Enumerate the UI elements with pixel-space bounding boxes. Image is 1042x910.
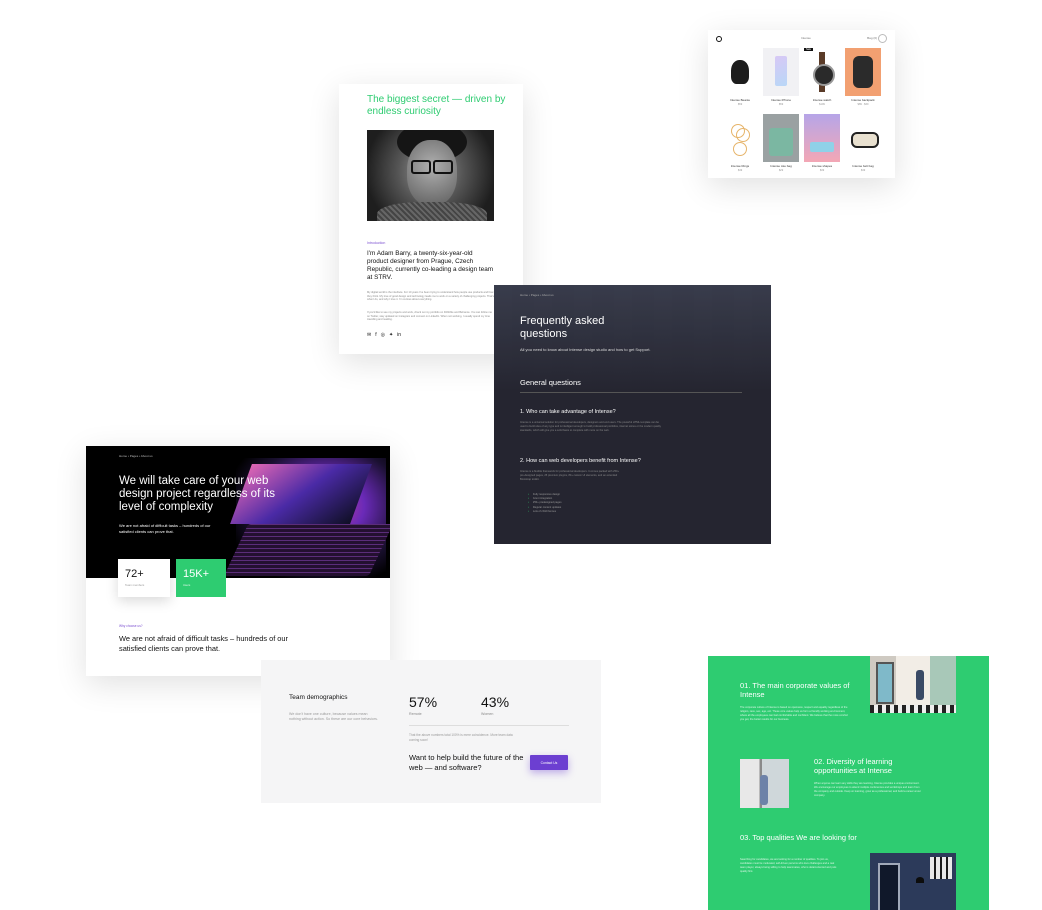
page-subtitle: All you need to know about Intense desig… xyxy=(520,347,651,352)
faq-answer: Intense is a flexible framework for prof… xyxy=(520,470,619,481)
shop-preview-card: Intense Bag (0) Intense Beanie $59 Inten… xyxy=(708,30,895,178)
product-card[interactable]: Intense backpack $89 · $69 xyxy=(845,48,881,106)
faq-preview-card: Home • Pages • About us Frequently asked… xyxy=(494,285,771,544)
phone-case-icon xyxy=(763,48,799,96)
cart-link[interactable]: Bag (0) xyxy=(867,36,877,40)
sale-badge: Sale xyxy=(804,48,814,51)
tote-bag-icon xyxy=(763,114,799,162)
page-title: The biggest secret — driven by endless c… xyxy=(367,94,506,117)
list-item: Lots of child themes xyxy=(528,510,562,514)
social-links: ✉ f ◎ ✦ in xyxy=(367,332,401,338)
hero-preview-card: Home • Pages • About us We will take car… xyxy=(86,446,390,676)
body-text: My digital world is the interface. For 1… xyxy=(367,291,494,302)
rings-icon xyxy=(722,114,758,162)
product-card[interactable]: Intense Beanie $59 xyxy=(722,48,758,106)
product-card[interactable]: Sale Intense watch $199 xyxy=(804,48,840,106)
demographics-preview-card: Team demographics We don't have one cult… xyxy=(261,660,601,803)
product-card[interactable]: Intense belt bag $49 xyxy=(845,114,881,172)
beanie-icon xyxy=(722,48,758,96)
product-card[interactable]: Intense shapes $39 xyxy=(804,114,840,172)
value-text: The corporate culture of Intense is base… xyxy=(740,706,848,721)
watch-icon: Sale xyxy=(804,48,840,96)
twitter-icon[interactable]: ✦ xyxy=(389,332,393,338)
section-kicker: Introduction xyxy=(367,241,386,245)
faq-question[interactable]: 1. Who can take advantage of Intense? xyxy=(520,409,616,415)
email-icon[interactable]: ✉ xyxy=(367,332,371,338)
faq-question[interactable]: 2. How can web developers benefit from I… xyxy=(520,458,641,464)
footnote: That the above numbers total 100% is mer… xyxy=(409,733,513,742)
logo-icon[interactable] xyxy=(716,36,722,42)
body-text: If you'd like to see my projects and wor… xyxy=(367,311,492,322)
shop-nav[interactable]: Intense xyxy=(801,36,811,40)
feature-list: Fully responsive design Grunt integratio… xyxy=(528,493,562,514)
contact-us-button[interactable]: Contact Us xyxy=(530,755,568,770)
belt-bag-icon xyxy=(845,114,881,162)
shop-topbar: Intense Bag (0) xyxy=(716,34,887,44)
stat-value: 43% xyxy=(481,694,510,710)
section-heading: We are not afraid of difficult tasks – h… xyxy=(119,634,288,653)
divider xyxy=(520,392,742,393)
hero-subtitle: We are not afraid of difficult tasks – h… xyxy=(119,523,211,534)
stat-label: Remote xyxy=(409,712,422,716)
shapes-icon xyxy=(804,114,840,162)
cta-heading: Want to help build the future of the web… xyxy=(409,753,524,772)
office-photo xyxy=(740,759,789,808)
list-item: 250+ predesigned pages xyxy=(528,501,562,505)
value-heading: 01. The main corporate values of Intense xyxy=(740,681,850,699)
section-description: We don't have one culture, because value… xyxy=(289,712,378,721)
stat-value: 57% xyxy=(409,694,438,710)
stat-card: 15K+ Users xyxy=(176,559,226,597)
value-heading: 03. Top qualities We are looking for xyxy=(740,833,857,842)
value-heading: 02. Diversity of learning opportunities … xyxy=(814,757,893,775)
values-preview-card: 01. The main corporate values of Intense… xyxy=(708,656,989,910)
faq-answer: Intense is a universal solution for prof… xyxy=(520,421,661,432)
breadcrumb[interactable]: Home • Pages • About us xyxy=(119,454,153,458)
section-heading: Team demographics xyxy=(289,694,348,701)
stat-card: 72+ Team members xyxy=(118,559,170,597)
stat-label: Women xyxy=(481,712,494,716)
office-photo xyxy=(870,656,956,713)
backpack-icon xyxy=(845,48,881,96)
menu-icon[interactable] xyxy=(878,34,887,43)
section-kicker: Why choose us? xyxy=(119,624,143,628)
product-card[interactable]: Intense Rings $49 xyxy=(722,114,758,172)
portrait-photo xyxy=(367,130,494,221)
linkedin-icon[interactable]: in xyxy=(397,332,401,338)
intro-heading: I'm Adam Barry, a twenty-six-year-old pr… xyxy=(367,250,494,281)
page-title: Frequently asked questions xyxy=(520,315,605,340)
value-text: Searching for candidates, we are looking… xyxy=(740,858,837,873)
divider xyxy=(409,725,569,726)
value-text: When anyone can learn any skills they ar… xyxy=(814,782,921,797)
office-photo xyxy=(870,853,956,910)
product-card[interactable]: Intense tote bag $29 xyxy=(763,114,799,172)
facebook-icon[interactable]: f xyxy=(375,332,376,338)
instagram-icon[interactable]: ◎ xyxy=(381,332,385,338)
breadcrumb[interactable]: Home • Pages • About us xyxy=(520,293,554,297)
section-heading: General questions xyxy=(520,378,581,387)
hero-title: We will take care of your web design pro… xyxy=(119,475,275,513)
product-card[interactable]: Intense iPhone $59 xyxy=(763,48,799,106)
